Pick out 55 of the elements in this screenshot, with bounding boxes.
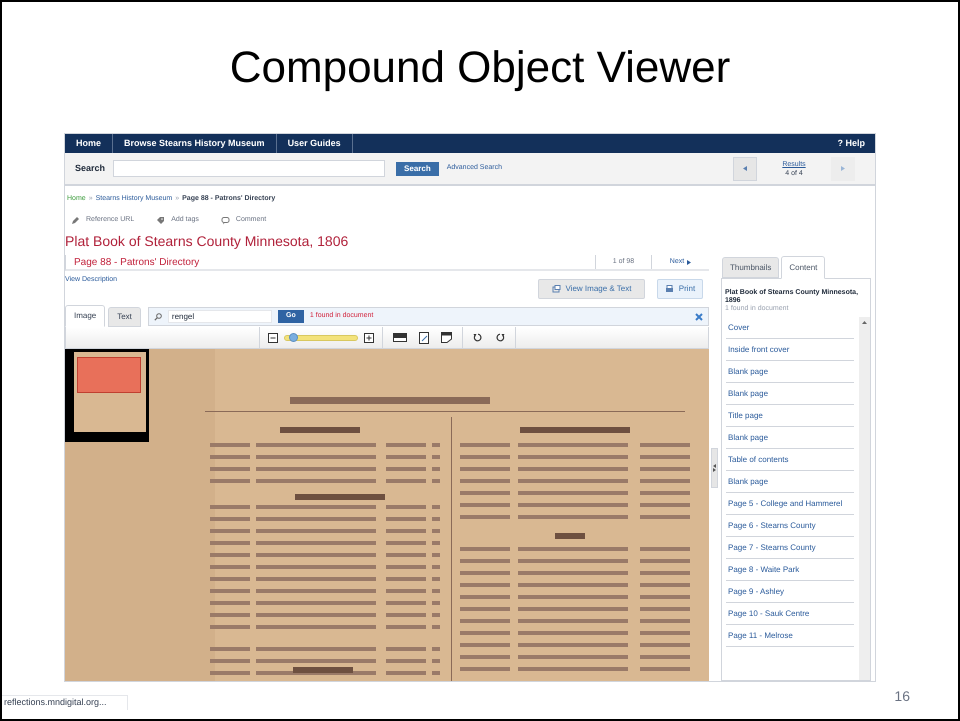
zoom-out-icon[interactable] [268,332,278,342]
viewer-tab[interactable]: Text [108,307,141,327]
rotate-left-icon[interactable] [472,333,482,342]
page-navigator[interactable] [65,349,149,442]
contents-item[interactable]: Blank page [726,361,854,383]
panel-tab[interactable]: Thumbnails [722,257,780,278]
tag-icon [156,216,166,224]
contents-item[interactable]: Cover [726,317,854,339]
fit-page-icon[interactable] [440,332,452,343]
contents-item[interactable]: Title page [726,405,854,427]
document-search-field[interactable]: rengel [168,310,272,323]
left-arrow-icon [743,166,747,171]
slide-number: 16 [894,687,910,706]
zoom-in-icon[interactable] [364,332,374,342]
scrollbar[interactable] [859,317,870,680]
status-url: reflections.mndigital.org... [2,695,128,710]
close-icon[interactable] [695,312,703,320]
zoom-slider[interactable] [284,334,358,340]
contents-item[interactable]: Page 9 - Ashley [726,581,854,603]
right-arrow-icon [687,260,692,264]
contents-item[interactable]: Page 8 - Waite Park [726,559,854,581]
contents-item[interactable]: Table of contents [726,449,854,471]
help-link[interactable]: ? Help [827,134,875,153]
panel-toggle-handle[interactable] [710,448,718,488]
page-subtitle: Page 88 - Patrons' Directory [74,256,200,270]
contents-item[interactable]: Inside front cover [726,339,854,361]
search-label: Search [75,162,106,175]
up-arrow-icon[interactable] [862,321,867,324]
page-icon[interactable] [418,332,428,344]
printer-icon [664,285,674,293]
slider-thumb[interactable] [288,332,298,342]
print-button[interactable]: Print [657,279,703,299]
contents-item[interactable]: Page 6 - Stearns County [726,515,854,537]
item-title: Plat Book of Stearns County Minnesota, 1806 [65,232,348,250]
contents-item[interactable]: Blank page [726,471,854,493]
contents-item[interactable]: Blank page [726,427,854,449]
search-icon [154,312,162,320]
right-arrow-icon [841,166,845,171]
contents-item[interactable]: Page 11 - Melrose [726,625,854,647]
search-field[interactable] [113,160,386,177]
panel-tab[interactable]: Content [781,256,826,279]
pages-icon [552,285,561,293]
view-image-text-button[interactable]: View Image & Text [538,279,645,299]
viewer-tab[interactable]: Image [65,305,106,327]
contents-item[interactable]: Blank page [726,383,854,405]
arrows-icon [712,464,716,472]
rotate-right-icon[interactable] [496,333,504,342]
slide-title: Compound Object Viewer [230,46,730,90]
fit-width-icon[interactable] [392,333,406,342]
pencil-icon [71,216,80,224]
contents-item[interactable]: Page 5 - College and Hammerel [726,493,854,515]
contents-item[interactable]: Page 10 - Sauk Centre [726,603,854,625]
speech-bubble-icon [220,216,230,224]
contents-item[interactable]: Page 7 - Stearns County [726,537,854,559]
search-button[interactable]: Search [396,162,439,176]
